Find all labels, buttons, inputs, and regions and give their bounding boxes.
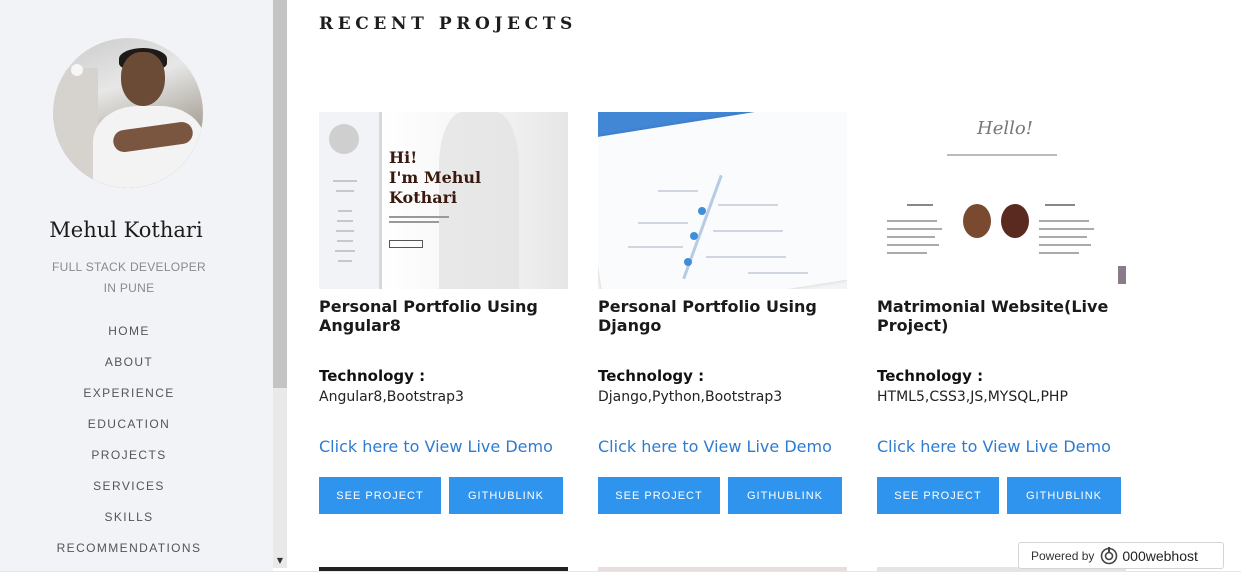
see-project-button[interactable]: SEE PROJECT	[598, 477, 720, 514]
nav-item-experience[interactable]: EXPERIENCE	[0, 383, 258, 414]
nav-item-projects[interactable]: PROJECTS	[0, 445, 258, 476]
sidebar-nav: HOME ABOUT EXPERIENCE EDUCATION PROJECTS…	[0, 321, 258, 569]
technology-value: Django,Python,Bootstrap3	[598, 389, 783, 405]
see-project-button[interactable]: SEE PROJECT	[319, 477, 441, 514]
scrollbar-thumb[interactable]	[273, 0, 287, 388]
github-link-button[interactable]: GITHUBLINK	[449, 477, 563, 514]
nav-item-recommendations[interactable]: RECOMMENDATIONS	[0, 538, 258, 569]
nav-item-skills[interactable]: SKILLS	[0, 507, 258, 538]
technology-value: Angular8,Bootstrap3	[319, 389, 464, 405]
project-thumbnail[interactable]	[598, 112, 847, 289]
nav-item-home[interactable]: HOME	[0, 321, 258, 352]
webhost-brand: 000webhost	[1122, 547, 1198, 564]
powered-by-badge[interactable]: Powered by 000webhost	[1018, 542, 1224, 569]
project-title: Personal Portfolio Using Angular8	[319, 297, 538, 335]
profile-role-line2: IN PUNE	[103, 281, 155, 295]
project-card: Personal Portfolio Using Django Technolo…	[598, 112, 850, 514]
live-demo-link[interactable]: Click here to View Live Demo	[319, 437, 571, 457]
project-title: Personal Portfolio Using Django	[598, 297, 817, 335]
live-demo-link[interactable]: Click here to View Live Demo	[598, 437, 850, 457]
profile-role: FULL STACK DEVELOPER IN PUNE	[0, 257, 258, 299]
github-link-button[interactable]: GITHUBLINK	[1007, 477, 1121, 514]
project-thumbnail[interactable]: Hello!	[877, 112, 1126, 289]
nav-item-services[interactable]: SERVICES	[0, 476, 258, 507]
thumbnail-hero-text: Hi! I'm Mehul Kothari	[389, 148, 482, 207]
technology-value: HTML5,CSS3,JS,MYSQL,PHP	[877, 389, 1068, 405]
scroll-down-arrow-icon[interactable]: ▼	[273, 554, 287, 568]
thumbnail-hello-text: Hello!	[977, 118, 1033, 139]
avatar	[53, 38, 203, 188]
page-bottom-edge	[0, 571, 1241, 580]
technology-label: Technology :	[319, 367, 426, 385]
nav-item-about[interactable]: ABOUT	[0, 352, 258, 383]
profile-name: Mehul Kothari	[49, 218, 203, 242]
nav-item-education[interactable]: EDUCATION	[0, 414, 258, 445]
project-thumbnail[interactable]: Hi! I'm Mehul Kothari	[319, 112, 568, 289]
webhost-logo-icon	[1101, 546, 1118, 564]
github-link-button[interactable]: GITHUBLINK	[728, 477, 842, 514]
technology-label: Technology :	[877, 367, 984, 385]
profile-role-line1: FULL STACK DEVELOPER	[51, 260, 207, 274]
live-demo-link[interactable]: Click here to View Live Demo	[877, 437, 1129, 457]
powered-by-label: Powered by	[1031, 548, 1095, 563]
project-title: Matrimonial Website(Live Project)	[877, 297, 1109, 335]
sidebar-scrollbar[interactable]: ▼	[273, 0, 287, 568]
section-title: RECENT PROJECTS	[319, 14, 577, 34]
project-card: Hello! Matrimonial Website(Live Project)…	[877, 112, 1129, 514]
see-project-button[interactable]: SEE PROJECT	[877, 477, 999, 514]
sidebar: Mehul Kothari FULL STACK DEVELOPER IN PU…	[0, 0, 273, 580]
technology-label: Technology :	[598, 367, 705, 385]
project-card: Hi! I'm Mehul Kothari Personal Portfolio…	[319, 112, 571, 514]
